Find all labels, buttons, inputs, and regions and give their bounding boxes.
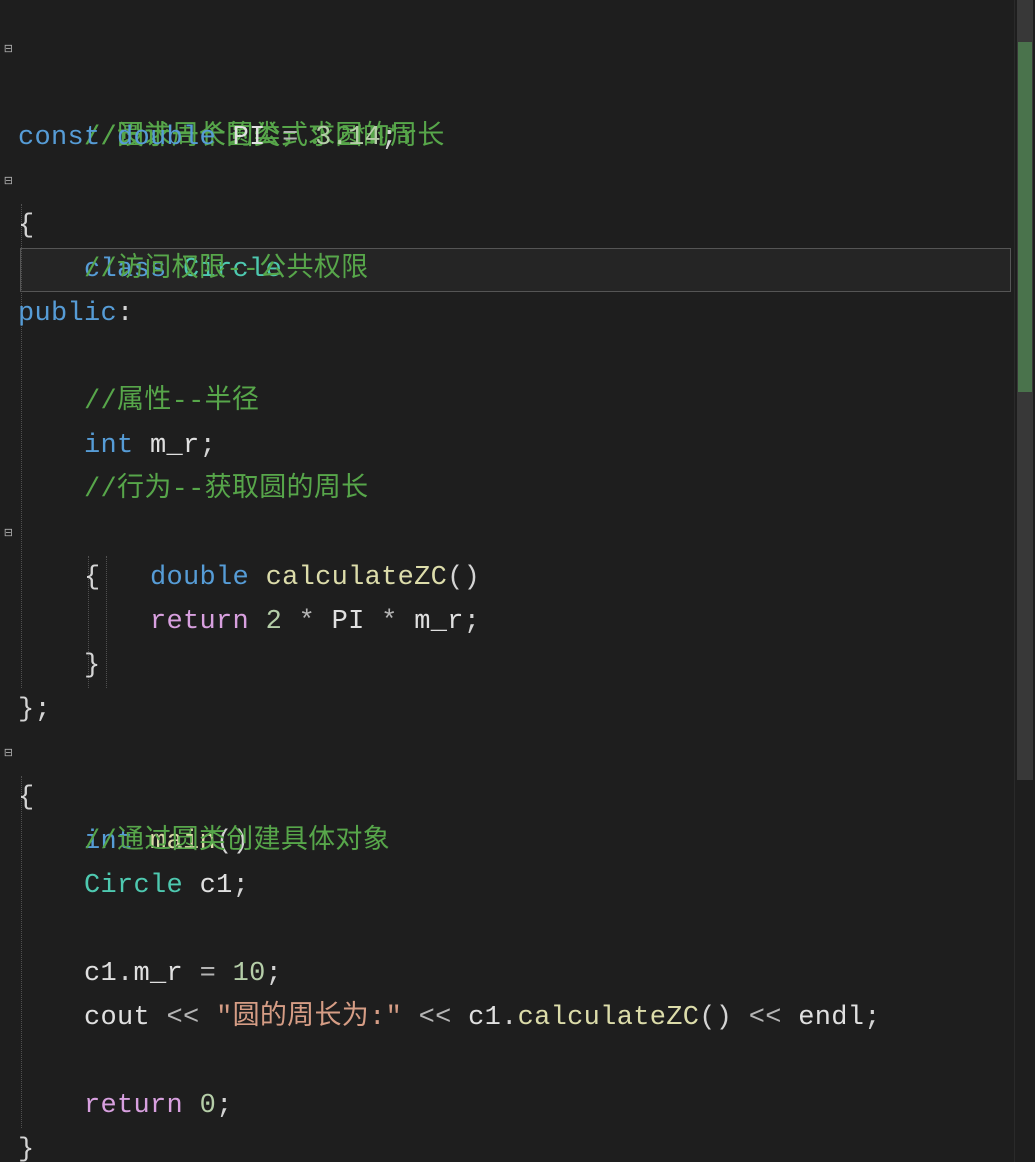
- scrollbar-thumb[interactable]: [1017, 0, 1033, 780]
- string-literal: "圆的周长为:": [216, 1003, 402, 1033]
- code-line[interactable]: [18, 1040, 1015, 1084]
- operator: .: [117, 959, 134, 989]
- identifier: m_r: [134, 959, 184, 989]
- fold-collapse-icon[interactable]: ⊟: [3, 160, 14, 204]
- code-editor[interactable]: ⊟ //设计一个圆类，求圆的周长 //圆求周长的公式：2*Π*r const d…: [0, 0, 1015, 1162]
- code-line[interactable]: return 2 * PI * m_r;: [18, 600, 1015, 644]
- code-line[interactable]: ⊟ class Circle: [18, 160, 1015, 204]
- punctuation: ;: [200, 431, 217, 461]
- code-line[interactable]: ⊟ double calculateZC(): [18, 512, 1015, 556]
- code-line[interactable]: //通过圆类创建具体对象: [18, 820, 1015, 864]
- code-line[interactable]: {: [18, 556, 1015, 600]
- keyword: return: [84, 1091, 183, 1121]
- function-name: calculateZC: [518, 1003, 700, 1033]
- identifier: c1: [200, 871, 233, 901]
- code-line[interactable]: //属性--半径: [18, 380, 1015, 424]
- number-literal: 3.14: [315, 123, 381, 153]
- keyword: int: [84, 431, 134, 461]
- comment: //行为--获取圆的周长: [84, 475, 368, 505]
- identifier: c1: [84, 959, 117, 989]
- identifier: endl: [798, 1003, 864, 1033]
- fold-collapse-icon[interactable]: ⊟: [3, 512, 14, 556]
- operator: <<: [167, 1003, 200, 1033]
- operator: .: [501, 1003, 518, 1033]
- comment: //属性--半径: [84, 387, 259, 417]
- operator: <<: [419, 1003, 452, 1033]
- identifier: m_r: [150, 431, 200, 461]
- code-line[interactable]: [18, 336, 1015, 380]
- fold-collapse-icon[interactable]: ⊟: [3, 28, 14, 72]
- code-line[interactable]: };: [18, 688, 1015, 732]
- keyword: double: [117, 123, 216, 153]
- code-line[interactable]: public:: [18, 292, 1015, 336]
- code-line[interactable]: return 0;: [18, 1084, 1015, 1128]
- identifier: cout: [84, 1003, 150, 1033]
- parentheses: (): [699, 1003, 732, 1033]
- code-line[interactable]: //圆求周长的公式：2*Π*r: [18, 72, 1015, 116]
- code-line[interactable]: //访问权限--公共权限: [18, 248, 1015, 292]
- code-line[interactable]: [18, 908, 1015, 952]
- code-line[interactable]: }: [18, 644, 1015, 688]
- brace: {: [18, 211, 35, 241]
- brace: }: [84, 651, 101, 681]
- operator: *: [299, 607, 316, 637]
- code-line[interactable]: int m_r;: [18, 424, 1015, 468]
- punctuation: :: [117, 299, 134, 329]
- operator: =: [282, 123, 299, 153]
- code-line[interactable]: ⊟ int main(): [18, 732, 1015, 776]
- identifier: c1: [468, 1003, 501, 1033]
- code-line[interactable]: const double PI = 3.14;: [18, 116, 1015, 160]
- keyword: return: [150, 607, 249, 637]
- code-line[interactable]: {: [18, 204, 1015, 248]
- code-line[interactable]: Circle c1;: [18, 864, 1015, 908]
- punctuation: ;: [464, 607, 481, 637]
- brace: {: [18, 783, 35, 813]
- class-name: Circle: [84, 871, 183, 901]
- identifier: PI: [332, 607, 365, 637]
- number-literal: 10: [233, 959, 266, 989]
- code-line[interactable]: {: [18, 776, 1015, 820]
- number-literal: 2: [266, 607, 283, 637]
- punctuation: ;: [381, 123, 398, 153]
- code-line[interactable]: c1.m_r = 10;: [18, 952, 1015, 996]
- keyword: const: [18, 123, 101, 153]
- comment: //通过圆类创建具体对象: [84, 827, 390, 857]
- code-line[interactable]: ⊟ //设计一个圆类，求圆的周长: [18, 28, 1015, 72]
- punctuation: ;: [233, 871, 250, 901]
- brace: {: [84, 563, 101, 593]
- brace: }: [18, 1135, 35, 1162]
- operator: <<: [749, 1003, 782, 1033]
- operator: *: [381, 607, 398, 637]
- code-line[interactable]: //行为--获取圆的周长: [18, 468, 1015, 512]
- code-line[interactable]: cout << "圆的周长为:" << c1.calculateZC() << …: [18, 996, 1015, 1040]
- identifier: m_r: [414, 607, 464, 637]
- punctuation: ;: [216, 1091, 233, 1121]
- brace: };: [18, 695, 51, 725]
- punctuation: ;: [266, 959, 283, 989]
- vertical-scrollbar[interactable]: [1015, 0, 1035, 1162]
- comment: //访问权限--公共权限: [84, 255, 368, 285]
- keyword: public: [18, 299, 117, 329]
- number-literal: 0: [200, 1091, 217, 1121]
- fold-collapse-icon[interactable]: ⊟: [3, 732, 14, 776]
- identifier: PI: [233, 123, 266, 153]
- punctuation: ;: [864, 1003, 881, 1033]
- operator: =: [200, 959, 217, 989]
- code-line[interactable]: }: [18, 1128, 1015, 1162]
